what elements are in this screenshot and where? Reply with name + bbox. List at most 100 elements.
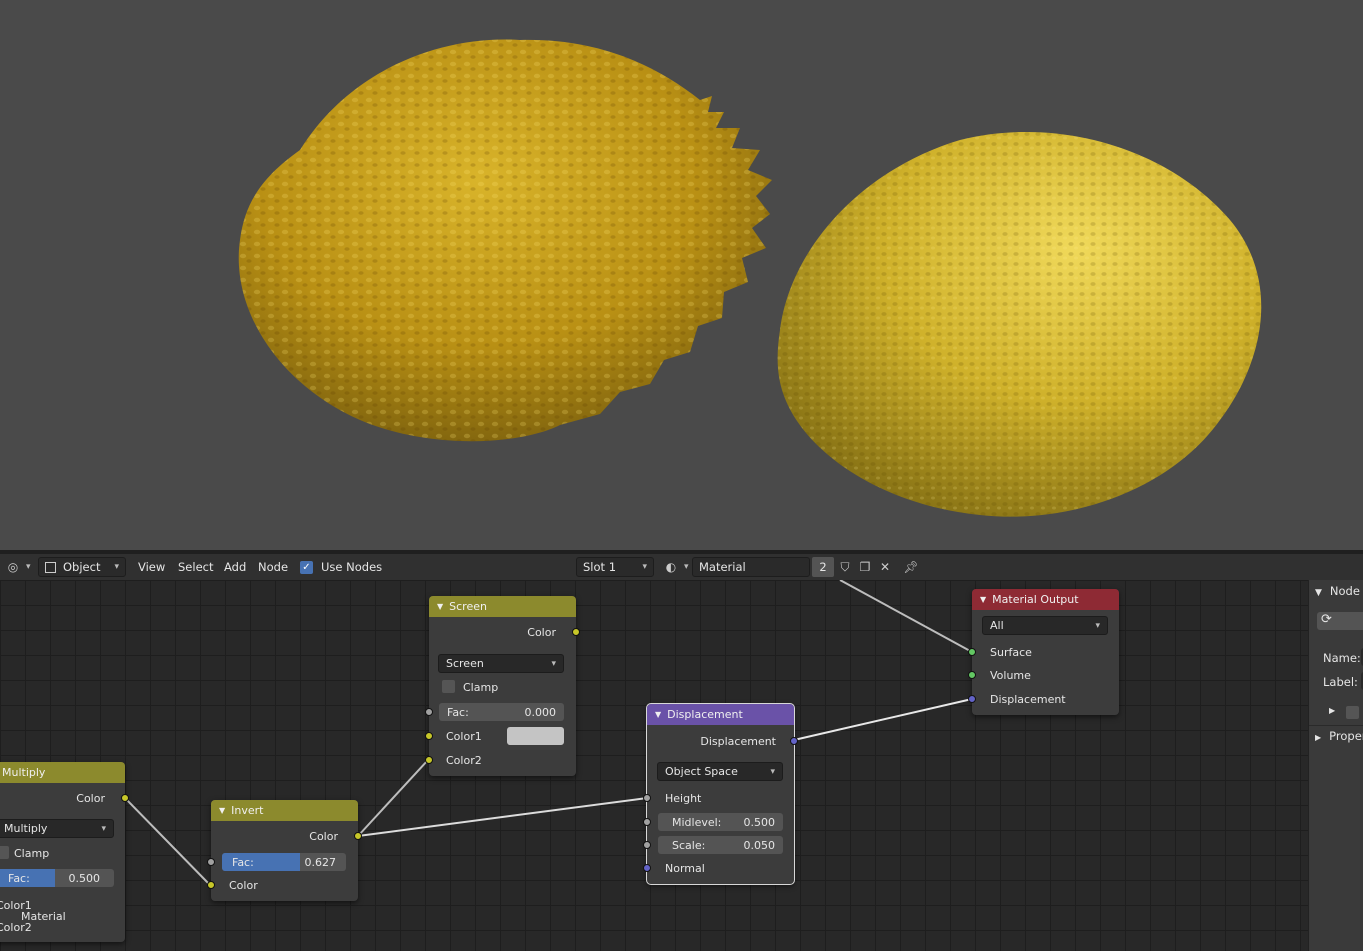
unlink-material-button[interactable]: ✕ [876, 557, 894, 577]
close-icon: ✕ [879, 560, 891, 574]
multiply-clamp-checkbox[interactable] [0, 846, 9, 859]
material-output-node-title[interactable]: ▼ Material Output [972, 589, 1119, 610]
name-label: Name: [1323, 651, 1361, 665]
chevron-down-icon: ▾ [551, 658, 556, 669]
refresh-button[interactable]: ⟳ [1317, 612, 1363, 630]
node-editor-canvas[interactable]: Multiply Color Multiply ▾ Clamp Fac: 0.50… [0, 580, 1308, 951]
render-preview [238, 39, 1262, 517]
screen-node[interactable]: ▼ Screen Color Screen ▾ Clamp Fac: 0.000 … [425, 596, 580, 776]
displacement-node[interactable]: ▼ Displacement Displacement Object Space… [643, 703, 798, 885]
chevron-down-icon: ▾ [114, 562, 119, 572]
screen-color1-input-socket[interactable] [425, 732, 433, 740]
menu-view[interactable]: View [138, 557, 165, 577]
shader-editor-icon: ◎ [7, 560, 19, 574]
displacement-height-socket[interactable] [643, 794, 651, 802]
use-custom-color-checkbox[interactable] [1346, 706, 1359, 719]
fake-user-button[interactable]: ⛉ [836, 557, 854, 577]
menu-select[interactable]: Select [178, 557, 213, 577]
displacement-output-socket[interactable] [790, 737, 798, 745]
displacement-normal-socket[interactable] [643, 864, 651, 872]
smooth-lemon-shape [777, 131, 1262, 517]
material-name-field[interactable]: Material [692, 557, 810, 577]
invert-node[interactable]: ▼ Invert Color Fac: 0.627 Color [207, 800, 362, 901]
chevron-down-icon: ▾ [26, 562, 31, 572]
screen-clamp-checkbox[interactable] [442, 680, 455, 693]
link-invert-to-screen [357, 759, 429, 837]
screen-clamp-label: Clamp [463, 680, 499, 694]
copy-icon: ❐ [859, 560, 871, 574]
invert-color-output-socket[interactable] [354, 832, 362, 840]
multiply-node[interactable]: Multiply Color Multiply ▾ Clamp Fac: 0.50… [0, 762, 129, 942]
multiply-color-output-socket[interactable] [121, 794, 129, 802]
node-sidebar[interactable]: ▼Node ⟳ Name: Label: ▶ ▶Properties [1308, 580, 1363, 951]
material-output-node[interactable]: ▼ Material Output All ▾ Surface Volume Di… [968, 589, 1119, 715]
collapse-triangle-icon[interactable]: ▼ [980, 595, 986, 604]
invert-fac-slider[interactable]: Fac: 0.627 [222, 853, 346, 871]
screen-node-title[interactable]: ▼ Screen [429, 596, 576, 617]
multiply-clamp-label: Clamp [14, 846, 50, 860]
color-subpanel-expand-icon[interactable]: ▶ [1329, 706, 1335, 715]
screen-fac-input-socket[interactable] [425, 708, 433, 716]
material-output-displacement-socket[interactable] [968, 695, 976, 703]
screen-color1-label: Color1 [446, 729, 482, 743]
multiply-blend-dropdown[interactable]: Multiply ▾ [0, 819, 114, 838]
node-panel-header[interactable]: ▼ Node [1315, 584, 1360, 598]
collapse-triangle-icon[interactable]: ▼ [437, 602, 443, 611]
link-invert-to-height [357, 797, 648, 837]
multiply-fac-slider[interactable]: Fac: 0.500 [0, 869, 114, 887]
slot-dropdown[interactable]: Slot 1 ▾ [576, 557, 654, 577]
properties-panel-header[interactable]: ▶Properties [1315, 729, 1363, 743]
screen-color-output-socket[interactable] [572, 628, 580, 636]
spiky-lemon-shape [238, 39, 772, 442]
screen-blend-dropdown[interactable]: Screen ▾ [438, 654, 564, 673]
screen-fac-slider[interactable]: Fac: 0.000 [439, 703, 564, 721]
displacement-space-dropdown[interactable]: Object Space ▾ [657, 762, 783, 781]
menu-add[interactable]: Add [224, 557, 246, 577]
multiply-color2-label: Color2 [0, 920, 32, 934]
displacement-normal-label: Normal [665, 861, 705, 875]
displacement-midlevel-field[interactable]: Midlevel: 0.500 [658, 813, 783, 831]
node-editor-header: ◎ ▾ Object ▾ View Select Add Node ✓ Use N… [0, 554, 1363, 580]
screen-color-output-label: Color [527, 625, 556, 639]
material-sphere-icon: ◐ [665, 560, 677, 574]
displacement-scale-field[interactable]: Scale: 0.050 [658, 836, 783, 854]
editor-type-button[interactable]: ◎ ▾ [4, 557, 31, 577]
material-browse-button[interactable]: ◐ ▾ [662, 557, 689, 577]
invert-fac-input-socket[interactable] [207, 858, 215, 866]
checkbox-checked-icon: ✓ [300, 560, 313, 574]
use-nodes-toggle[interactable]: ✓ Use Nodes [300, 557, 382, 577]
multiply-color-output-label: Color [76, 791, 105, 805]
menu-node[interactable]: Node [258, 557, 288, 577]
screen-color2-label: Color2 [446, 753, 482, 767]
label-label: Label: [1323, 675, 1358, 689]
collapse-triangle-icon[interactable]: ▼ [655, 710, 661, 719]
shield-icon: ⛉ [840, 559, 850, 574]
invert-node-title[interactable]: ▼ Invert [211, 800, 358, 821]
duplicate-material-button[interactable]: ❐ [856, 557, 874, 577]
chevron-down-icon: ▾ [1095, 620, 1100, 631]
material-output-surface-socket[interactable] [968, 648, 976, 656]
pin-icon: 📌︎ [903, 560, 919, 574]
displacement-node-title[interactable]: ▼ Displacement [647, 704, 794, 725]
material-output-volume-socket[interactable] [968, 671, 976, 679]
displacement-output-label: Displacement [700, 734, 776, 748]
invert-color-input-socket[interactable] [207, 881, 215, 889]
link-displacement-to-output [793, 698, 973, 741]
displacement-scale-socket[interactable] [643, 841, 651, 849]
material-output-target-dropdown[interactable]: All ▾ [982, 616, 1108, 635]
screen-color2-input-socket[interactable] [425, 756, 433, 764]
user-count-badge[interactable]: 2 [812, 557, 834, 577]
panel-collapse-icon: ▶ [1315, 733, 1322, 742]
pin-button[interactable]: 📌︎ [902, 557, 920, 577]
collapse-triangle-icon[interactable]: ▼ [219, 806, 225, 815]
panel-expand-icon: ▼ [1315, 588, 1322, 598]
3d-viewport[interactable] [0, 0, 1363, 550]
displacement-midlevel-socket[interactable] [643, 818, 651, 826]
screen-color2-swatch[interactable] [507, 727, 564, 745]
link-material-to-surface [839, 580, 973, 653]
object-mode-dropdown[interactable]: Object ▾ [38, 557, 126, 577]
invert-color-output-label: Color [309, 829, 338, 843]
link-multiply-to-invert [124, 797, 212, 887]
material-output-surface-label: Surface [990, 645, 1032, 659]
multiply-node-title[interactable]: Multiply [0, 762, 125, 783]
